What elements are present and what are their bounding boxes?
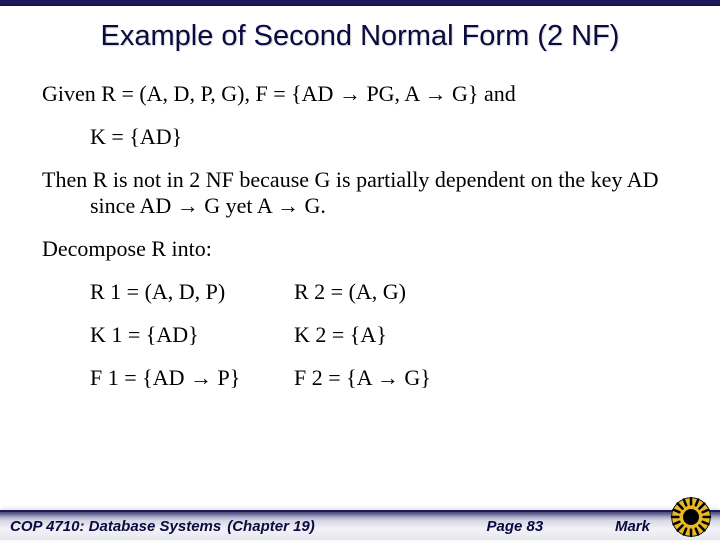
f2-cell: F 2 = {A → G}: [294, 365, 678, 392]
k1-cell: K 1 = {AD}: [42, 322, 294, 349]
k2-cell: K 2 = {A}: [294, 322, 678, 349]
decompose-line: Decompose R into:: [42, 236, 678, 263]
text: F 2 = {A: [294, 365, 377, 390]
footer-course: COP 4710: Database Systems: [10, 518, 221, 535]
r1-cell: R 1 = (A, D, P): [42, 279, 294, 306]
text: G}: [399, 365, 431, 390]
fd-row: F 1 = {AD → P} F 2 = {A → G}: [42, 365, 678, 392]
footer-bar: COP 4710: Database Systems (Chapter 19) …: [0, 510, 720, 540]
key-row: K 1 = {AD} K 2 = {A}: [42, 322, 678, 349]
text: G.: [299, 193, 326, 218]
slide: Example of Second Normal Form (2 NF) Giv…: [0, 0, 720, 540]
schema-row: R 1 = (A, D, P) R 2 = (A, G): [42, 279, 678, 306]
text: P}: [212, 365, 240, 390]
footer-chapter: (Chapter 19): [221, 518, 315, 535]
arrow-icon: →: [177, 193, 199, 218]
given-line: Given R = (A, D, P, G), F = {AD → PG, A …: [42, 81, 678, 108]
text: PG, A: [361, 81, 425, 106]
arrow-icon: →: [377, 365, 399, 390]
text: F 1 = {AD: [90, 365, 190, 390]
arrow-icon: →: [190, 365, 212, 390]
text: Then R is not in 2 NF because G is parti…: [42, 167, 558, 192]
ucf-logo-icon: [670, 496, 712, 538]
slide-body: Given R = (A, D, P, G), F = {AD → PG, A …: [0, 59, 720, 392]
f1-cell: F 1 = {AD → P}: [42, 365, 294, 392]
arrow-icon: →: [339, 81, 361, 106]
arrow-icon: →: [425, 81, 447, 106]
r2-cell: R 2 = (A, G): [294, 279, 678, 306]
text: G} and: [447, 81, 516, 106]
text: Given R = (A, D, P, G), F = {AD: [42, 81, 339, 106]
text: G yet A: [199, 193, 277, 218]
arrow-icon: →: [277, 193, 299, 218]
footer-page: Page 83: [315, 518, 615, 535]
then-line: Then R is not in 2 NF because G is parti…: [42, 167, 678, 221]
key-line: K = {AD}: [42, 124, 678, 151]
slide-title: Example of Second Normal Form (2 NF): [0, 6, 720, 59]
